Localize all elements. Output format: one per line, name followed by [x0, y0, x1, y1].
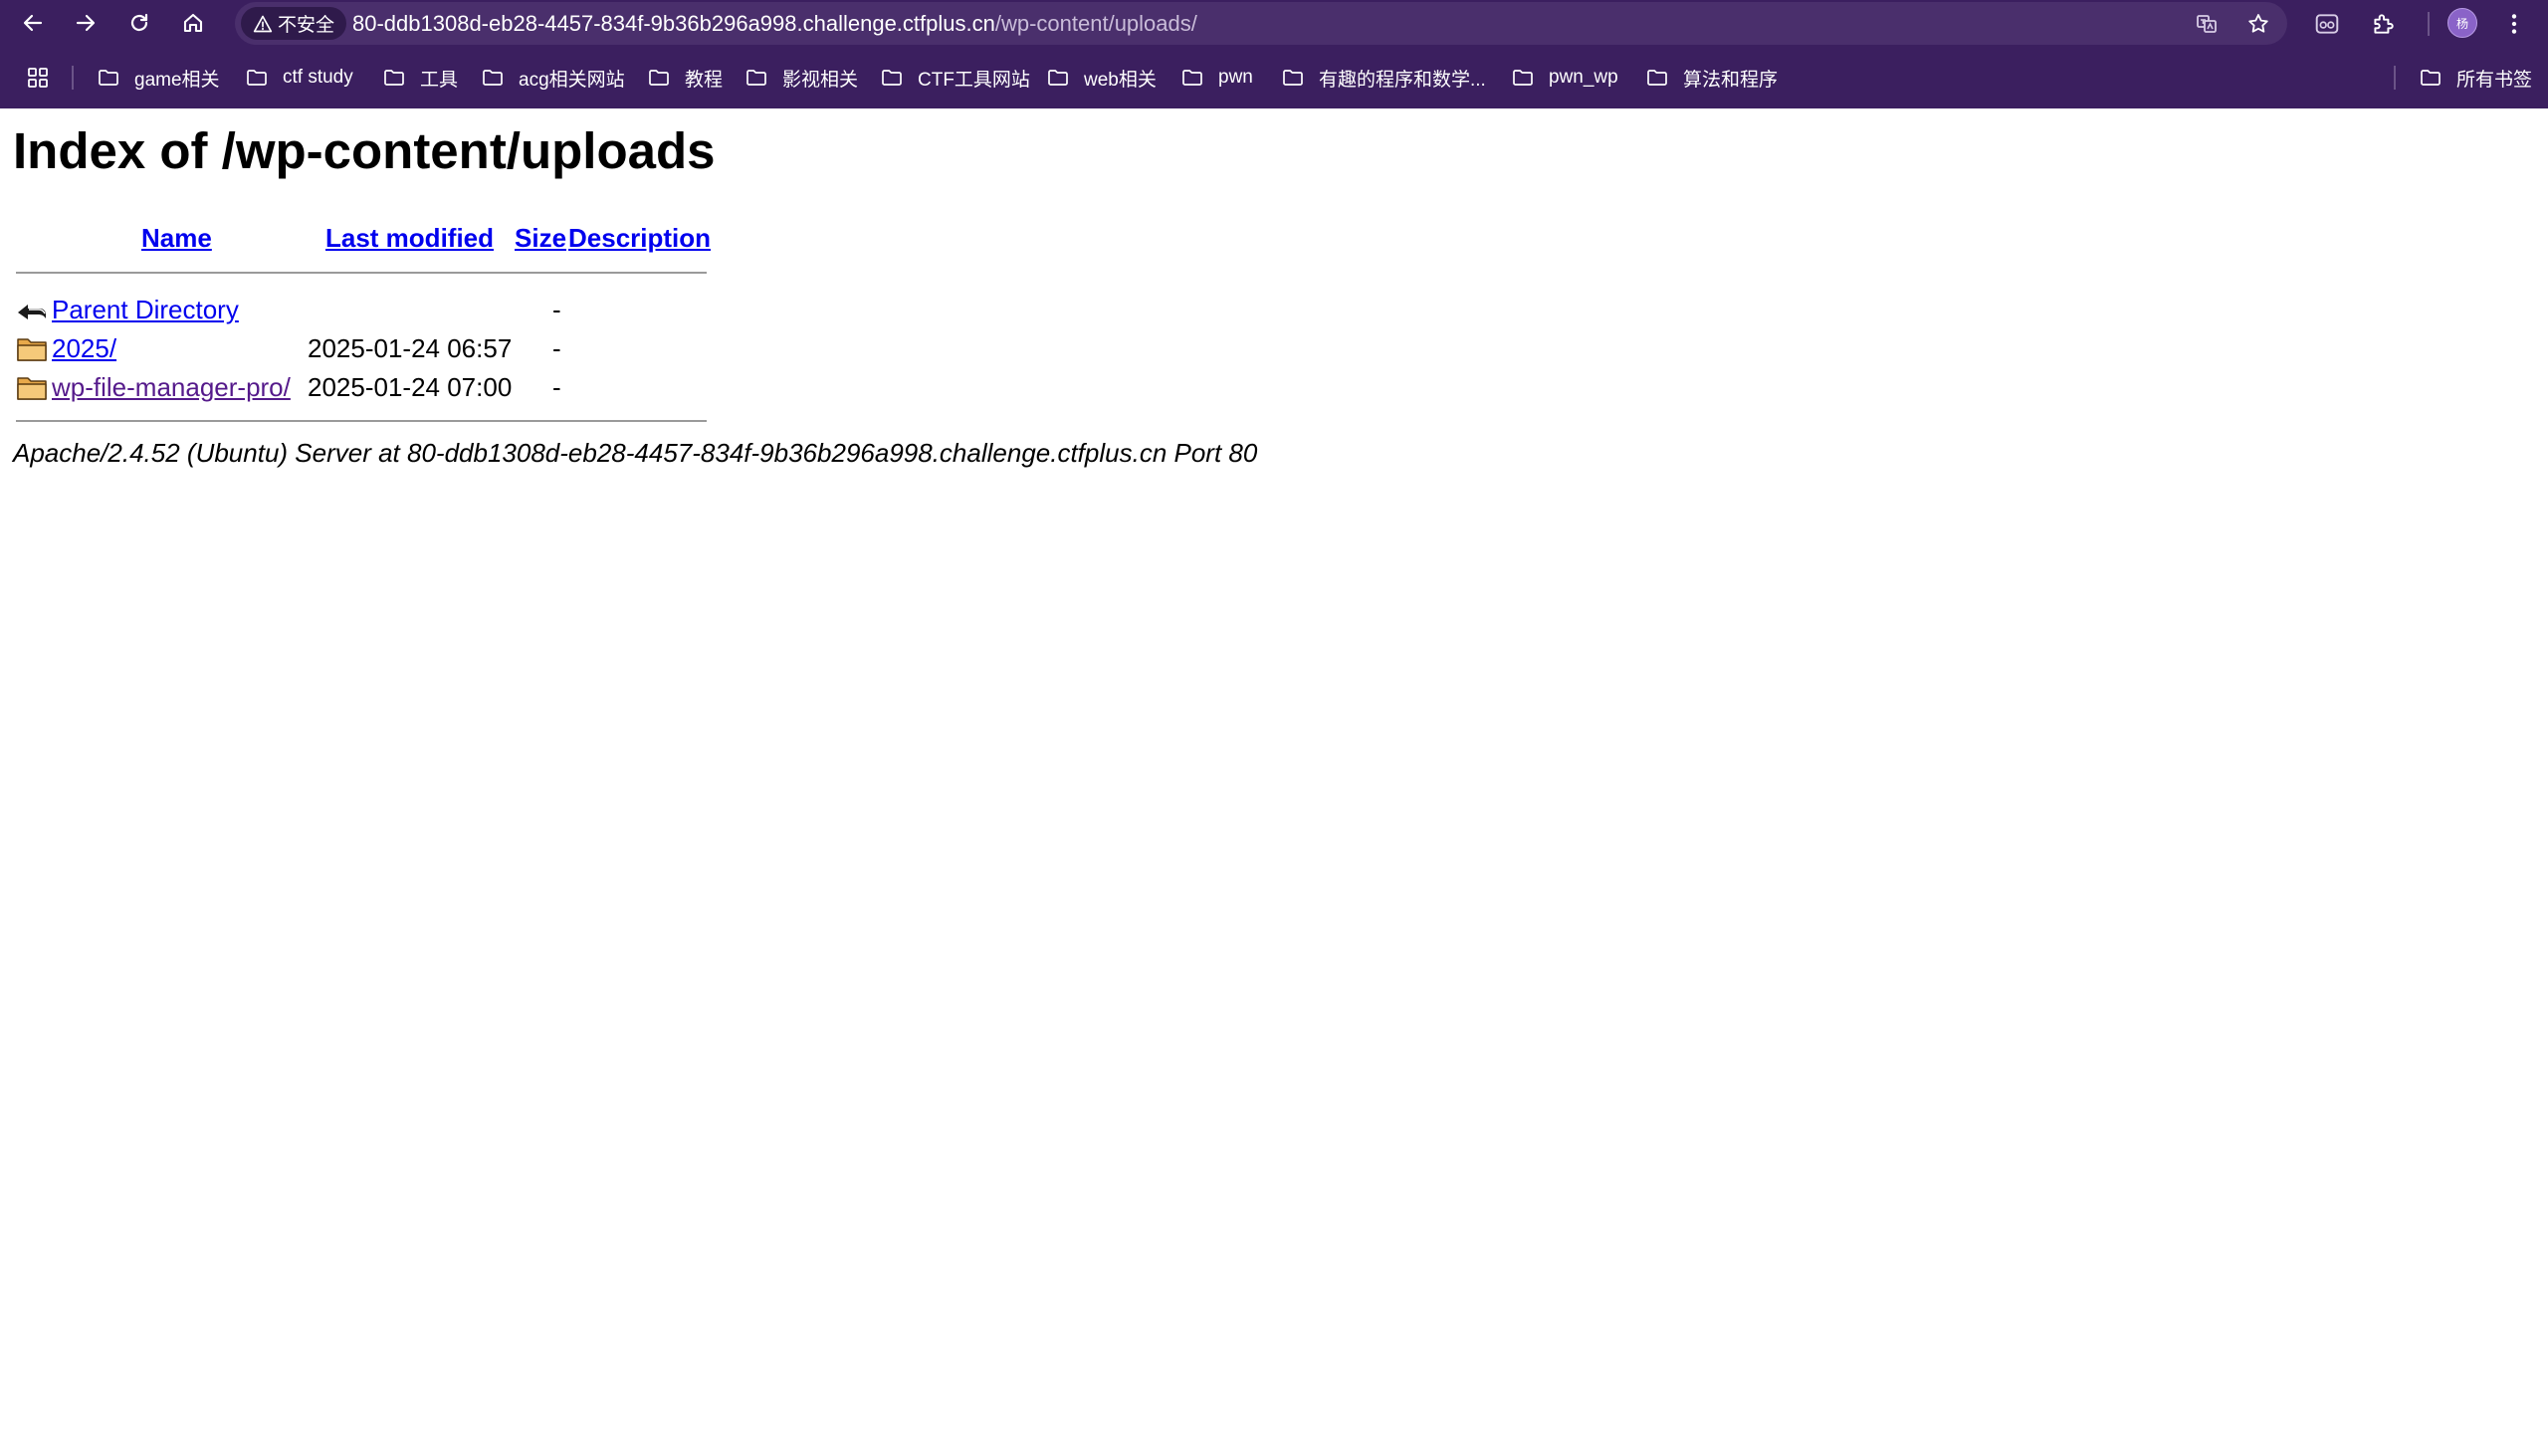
- folder-icon: [17, 338, 47, 361]
- kebab-menu-icon: [2511, 14, 2517, 34]
- menu-button[interactable]: [2496, 6, 2532, 42]
- bookmark-label: web相关: [1084, 69, 1157, 91]
- folder-icon: [1048, 70, 1068, 86]
- parent-directory-link[interactable]: Parent Directory: [52, 294, 239, 325]
- folder-icon: [746, 70, 766, 86]
- home-button[interactable]: [171, 4, 215, 42]
- translate-icon: [2197, 15, 2217, 33]
- glasses-icon: [2315, 14, 2339, 34]
- folder-icon: [483, 70, 503, 86]
- security-chip[interactable]: 不安全: [241, 7, 346, 40]
- bookmark-folder[interactable]: 有趣的程序和数学...: [1281, 60, 1486, 96]
- bookmark-folder[interactable]: web相关: [1046, 60, 1157, 96]
- address-bar[interactable]: 不安全 80-ddb1308d-eb28-4457-834f-9b36b296a…: [235, 2, 2287, 45]
- apps-button[interactable]: [24, 64, 52, 92]
- forward-button[interactable]: [64, 4, 107, 42]
- bookmark-label: acg相关网站: [519, 69, 625, 91]
- folder-link-2025[interactable]: 2025/: [52, 332, 116, 364]
- star-icon: [2248, 14, 2268, 33]
- warning-icon: [253, 15, 273, 32]
- arrow-right-icon: [76, 14, 96, 32]
- row-size: -: [552, 372, 561, 402]
- back-arrow-icon: [18, 305, 46, 319]
- bookmark-folder[interactable]: pwn: [1180, 60, 1253, 96]
- folder-icon: [2421, 70, 2441, 86]
- security-label: 不安全: [278, 15, 335, 36]
- apps-grid-icon: [28, 68, 48, 88]
- row-size: -: [552, 295, 561, 324]
- reading-mode-button[interactable]: [2309, 6, 2345, 42]
- translate-button[interactable]: [2191, 8, 2223, 40]
- folder-link-wp-file-manager-pro[interactable]: wp-file-manager-pro/: [52, 371, 291, 403]
- bookmark-folder[interactable]: 影视相关: [744, 60, 858, 96]
- folder-icon: [882, 70, 902, 86]
- arrow-left-icon: [23, 14, 43, 32]
- bookmark-label: pwn_wp: [1549, 67, 1618, 88]
- page-content: Index of /wp-content/uploads Name Last m…: [0, 108, 2548, 1456]
- bookmark-label: 工具: [420, 69, 459, 91]
- folder-icon: [247, 70, 267, 86]
- folder-icon: [1182, 70, 1202, 86]
- url-path: /wp-content/uploads/: [994, 11, 1197, 36]
- home-icon: [183, 13, 203, 33]
- sort-by-description-link[interactable]: Description: [568, 222, 711, 254]
- extensions-button[interactable]: [2365, 6, 2401, 42]
- reload-button[interactable]: [117, 4, 161, 42]
- bookmark-folder[interactable]: acg相关网站: [481, 60, 625, 96]
- browser-toolbar: 不安全 80-ddb1308d-eb28-4457-834f-9b36b296a…: [0, 0, 2548, 47]
- all-bookmarks-label: 所有书签: [2456, 69, 2533, 91]
- url-text[interactable]: 80-ddb1308d-eb28-4457-834f-9b36b296a998.…: [352, 10, 1197, 37]
- bookmark-folder[interactable]: game相关: [97, 60, 220, 96]
- bookmark-label: ctf study: [283, 67, 353, 88]
- sort-by-last-modified-link[interactable]: Last modified: [325, 222, 494, 254]
- bookmarks-divider: [72, 66, 74, 90]
- table-divider-top: [16, 272, 707, 274]
- bookmark-folder[interactable]: ctf study: [245, 60, 353, 96]
- bookmarks-bar: game相关 ctf study 工具 acg相关网站 教程 影视相关 CTF工…: [0, 47, 2548, 108]
- bookmark-label: CTF工具网站: [918, 69, 1030, 91]
- bookmark-folder[interactable]: CTF工具网站: [880, 60, 1030, 96]
- folder-icon: [649, 70, 669, 86]
- row-modified: 2025-01-24 06:57: [308, 333, 513, 363]
- folder-icon: [1647, 70, 1667, 86]
- toolbar-divider: [2428, 12, 2430, 36]
- bookmark-folder[interactable]: 算法和程序: [1645, 60, 1778, 96]
- sort-by-size-link[interactable]: Size: [515, 222, 566, 254]
- all-bookmarks-button[interactable]: 所有书签: [2419, 60, 2532, 96]
- bookmark-label: 算法和程序: [1683, 69, 1779, 91]
- bookmarks-end-divider: [2394, 66, 2396, 90]
- bookmark-label: pwn: [1218, 67, 1253, 88]
- row-size: -: [552, 333, 561, 363]
- bookmark-folder[interactable]: 工具: [382, 60, 458, 96]
- bookmark-label: game相关: [134, 69, 220, 91]
- bookmark-folder[interactable]: 教程: [647, 60, 723, 96]
- table-divider-bottom: [16, 420, 707, 422]
- folder-icon: [99, 70, 118, 86]
- back-button[interactable]: [11, 4, 55, 42]
- folder-icon: [1513, 70, 1533, 86]
- puzzle-icon: [2374, 14, 2394, 34]
- bookmark-label: 影视相关: [782, 69, 859, 91]
- bookmark-label: 教程: [685, 69, 724, 91]
- url-host: 80-ddb1308d-eb28-4457-834f-9b36b296a998.…: [352, 11, 995, 36]
- bookmark-star-button[interactable]: [2242, 8, 2274, 40]
- server-signature: Apache/2.4.52 (Ubuntu) Server at 80-ddb1…: [13, 438, 1258, 468]
- profile-avatar[interactable]: 杨: [2447, 8, 2477, 38]
- page-title: Index of /wp-content/uploads: [13, 122, 716, 179]
- sort-by-name-link[interactable]: Name: [141, 222, 212, 254]
- folder-icon: [384, 70, 404, 86]
- reload-icon: [130, 13, 148, 32]
- row-modified: 2025-01-24 07:00: [308, 372, 513, 402]
- folder-icon: [1283, 70, 1303, 86]
- folder-icon: [17, 377, 47, 400]
- bookmark-folder[interactable]: pwn_wp: [1511, 60, 1618, 96]
- bookmark-label: 有趣的程序和数学...: [1319, 69, 1486, 91]
